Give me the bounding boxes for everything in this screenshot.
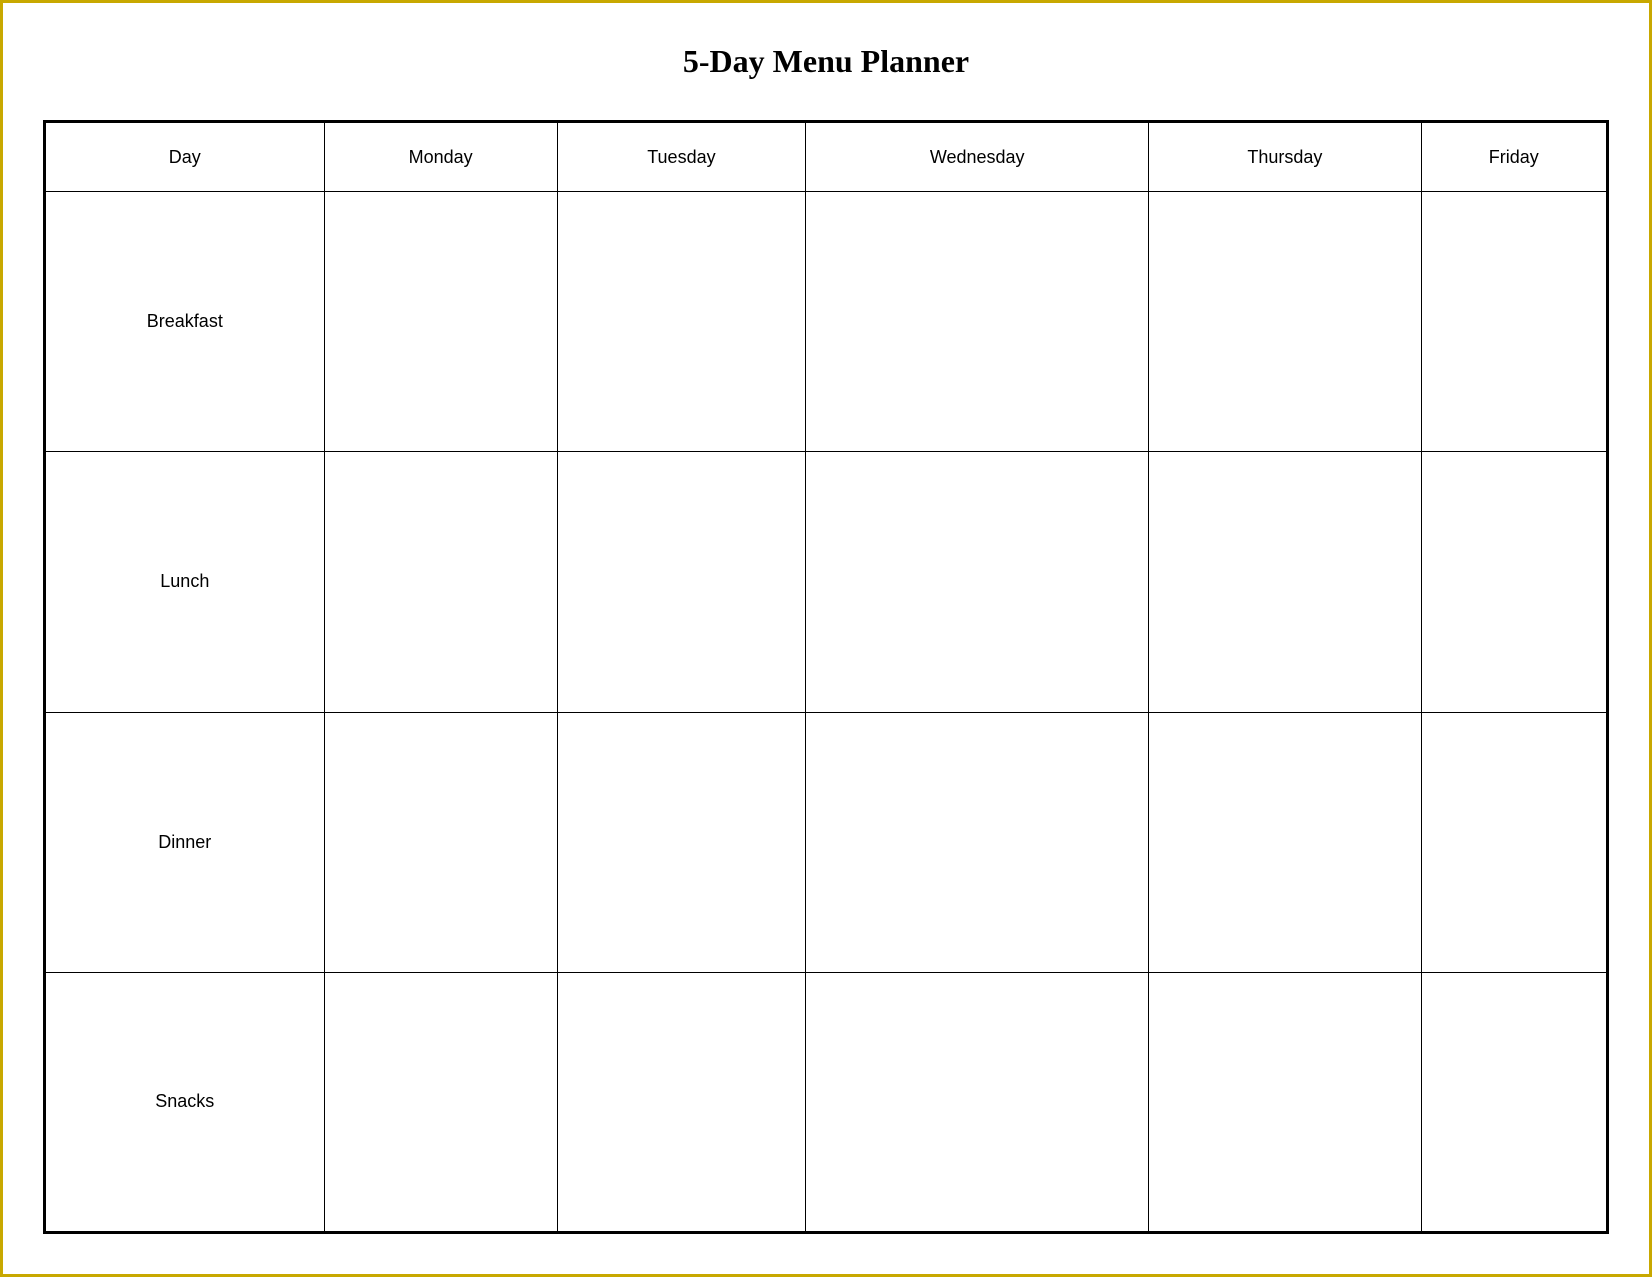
breakfast-monday[interactable] [324,192,557,452]
menu-planner-table: Day Monday Tuesday Wednesday Thursday Fr… [43,120,1609,1234]
breakfast-wednesday[interactable] [806,192,1149,452]
breakfast-label: Breakfast [45,192,325,452]
header-row: Day Monday Tuesday Wednesday Thursday Fr… [45,122,1608,192]
dinner-wednesday[interactable] [806,712,1149,972]
breakfast-thursday[interactable] [1149,192,1421,452]
page-title: 5-Day Menu Planner [683,43,969,80]
dinner-tuesday[interactable] [557,712,806,972]
lunch-wednesday[interactable] [806,452,1149,712]
lunch-friday[interactable] [1421,452,1607,712]
lunch-tuesday[interactable] [557,452,806,712]
snacks-friday[interactable] [1421,972,1607,1232]
dinner-monday[interactable] [324,712,557,972]
breakfast-friday[interactable] [1421,192,1607,452]
snacks-monday[interactable] [324,972,557,1232]
dinner-friday[interactable] [1421,712,1607,972]
header-wednesday: Wednesday [806,122,1149,192]
header-friday: Friday [1421,122,1607,192]
header-thursday: Thursday [1149,122,1421,192]
lunch-thursday[interactable] [1149,452,1421,712]
breakfast-row: Breakfast [45,192,1608,452]
dinner-label: Dinner [45,712,325,972]
dinner-thursday[interactable] [1149,712,1421,972]
header-tuesday: Tuesday [557,122,806,192]
snacks-wednesday[interactable] [806,972,1149,1232]
lunch-label: Lunch [45,452,325,712]
lunch-monday[interactable] [324,452,557,712]
lunch-row: Lunch [45,452,1608,712]
dinner-row: Dinner [45,712,1608,972]
header-monday: Monday [324,122,557,192]
snacks-tuesday[interactable] [557,972,806,1232]
snacks-thursday[interactable] [1149,972,1421,1232]
snacks-row: Snacks [45,972,1608,1232]
snacks-label: Snacks [45,972,325,1232]
header-day: Day [45,122,325,192]
breakfast-tuesday[interactable] [557,192,806,452]
